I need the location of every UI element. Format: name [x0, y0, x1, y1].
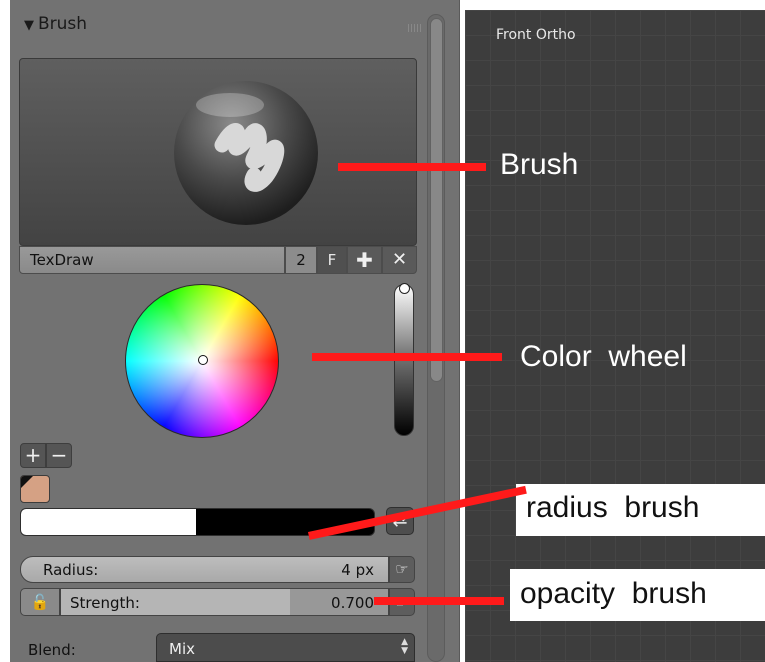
- plus-icon[interactable]: ✚: [347, 246, 382, 274]
- value-slider-handle[interactable]: [399, 283, 410, 294]
- color-wheel-cursor[interactable]: [198, 355, 208, 365]
- collapse-triangle-icon[interactable]: ▼: [24, 18, 34, 33]
- blend-label: Blend:: [28, 641, 76, 659]
- panel-header[interactable]: ▼ Brush: [24, 14, 434, 40]
- drag-grip-icon[interactable]: [408, 24, 422, 32]
- blend-mode-value: Mix: [169, 640, 195, 658]
- annotation-color-wheel: Color wheel: [520, 340, 687, 373]
- close-icon[interactable]: ✕: [382, 246, 417, 274]
- 3d-viewport[interactable]: Front Ortho: [465, 10, 765, 662]
- strength-value: 0.700: [331, 594, 374, 612]
- radius-slider[interactable]: Radius: 4 px: [20, 556, 389, 583]
- annotation-opacity-brush: opacity brush: [520, 577, 707, 610]
- users-count-button[interactable]: 2: [285, 246, 317, 274]
- viewport-title: Front Ortho: [496, 27, 576, 43]
- chevron-updown-icon: ▲ ▼: [401, 637, 408, 656]
- palette-remove-button[interactable]: −: [46, 443, 72, 468]
- unlock-icon[interactable]: 🔓: [20, 588, 60, 616]
- brush-datablock-row: TexDraw 2 F ✚ ✕: [19, 246, 417, 274]
- fake-user-button[interactable]: F: [317, 246, 347, 274]
- annotation-radius-brush: radius brush: [526, 491, 700, 524]
- brush-sphere-icon: [174, 81, 318, 225]
- panel-title: Brush: [38, 14, 88, 34]
- annotation-arrow: [374, 597, 504, 605]
- brush-name-field[interactable]: TexDraw: [19, 246, 285, 274]
- annotation-arrow: [338, 163, 486, 171]
- pressure-icon[interactable]: ☞: [389, 556, 415, 583]
- annotation-arrow: [312, 353, 502, 361]
- annotation-brush: Brush: [500, 148, 579, 181]
- radius-label: Radius:: [43, 561, 99, 579]
- radius-value: 4 px: [341, 561, 374, 579]
- primary-color-field[interactable]: [21, 509, 196, 535]
- palette-swatch[interactable]: [20, 475, 50, 503]
- strength-label: Strength:: [70, 594, 140, 612]
- scrollbar-thumb[interactable]: [430, 18, 443, 382]
- palette-add-button[interactable]: +: [20, 443, 46, 468]
- strength-slider[interactable]: Strength: 0.700: [60, 588, 389, 616]
- blend-mode-select[interactable]: Mix ▲ ▼: [156, 633, 415, 662]
- brush-preview[interactable]: [19, 58, 417, 246]
